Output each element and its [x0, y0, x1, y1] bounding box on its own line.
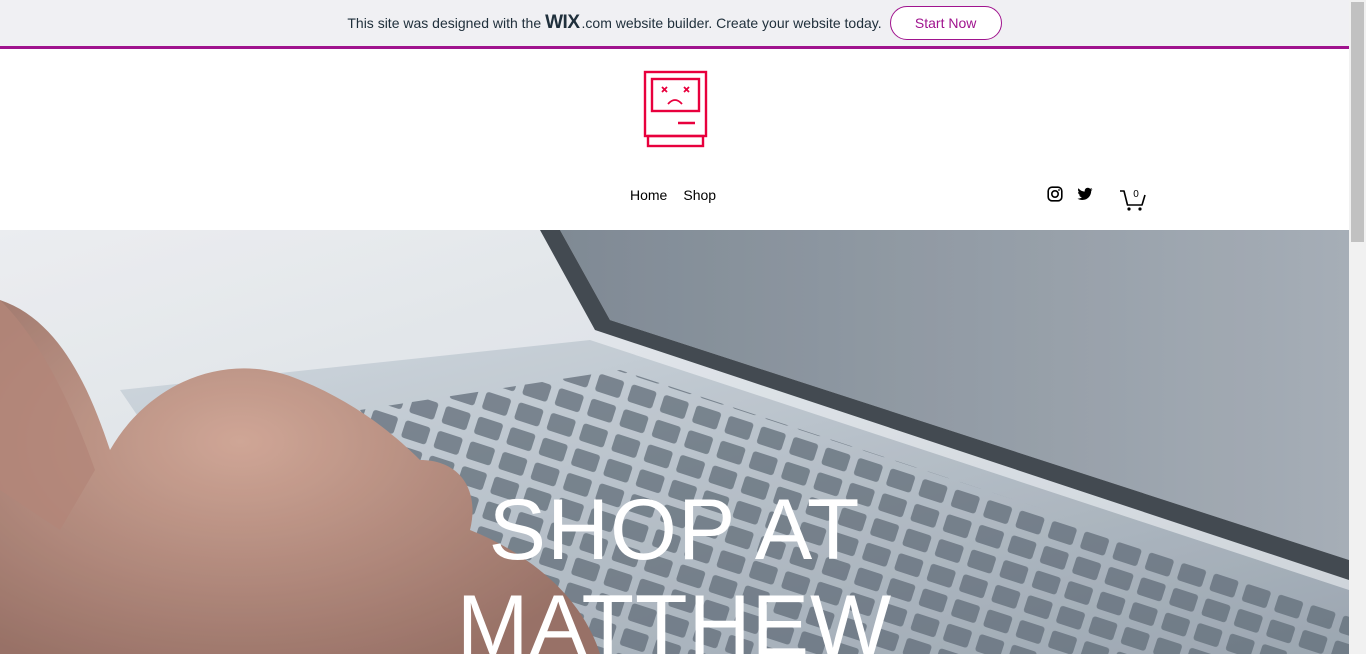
- nav-shop[interactable]: Shop: [675, 186, 724, 204]
- scrollbar-thumb[interactable]: [1351, 2, 1364, 242]
- wix-logo[interactable]: WIX: [545, 12, 580, 34]
- banner-message: This site was designed with the WIX .com…: [347, 12, 881, 34]
- start-now-button[interactable]: Start Now: [889, 6, 1002, 40]
- hero-section: SHOP AT MATTHEW: [0, 230, 1349, 654]
- cart-count: 0: [1133, 189, 1139, 200]
- banner-text-after: .com website builder. Create your websit…: [581, 15, 882, 31]
- twitter-icon[interactable]: [1077, 186, 1093, 202]
- hero-title-line1: SHOP AT: [488, 482, 861, 578]
- instagram-icon[interactable]: [1047, 186, 1063, 202]
- main-nav: Home Shop: [622, 186, 724, 204]
- hero-title: SHOP AT MATTHEW: [0, 482, 1349, 654]
- sad-computer-icon[interactable]: [643, 70, 709, 150]
- site-header: Home Shop 0: [0, 49, 1349, 230]
- banner-text-before: This site was designed with the: [347, 15, 542, 31]
- hero-title-line2: MATTHEW: [456, 578, 893, 654]
- nav-home[interactable]: Home: [622, 186, 675, 204]
- social-bar: [1047, 186, 1093, 202]
- page-scrollbar[interactable]: [1349, 0, 1366, 654]
- wix-promo-banner: This site was designed with the WIX .com…: [0, 0, 1349, 49]
